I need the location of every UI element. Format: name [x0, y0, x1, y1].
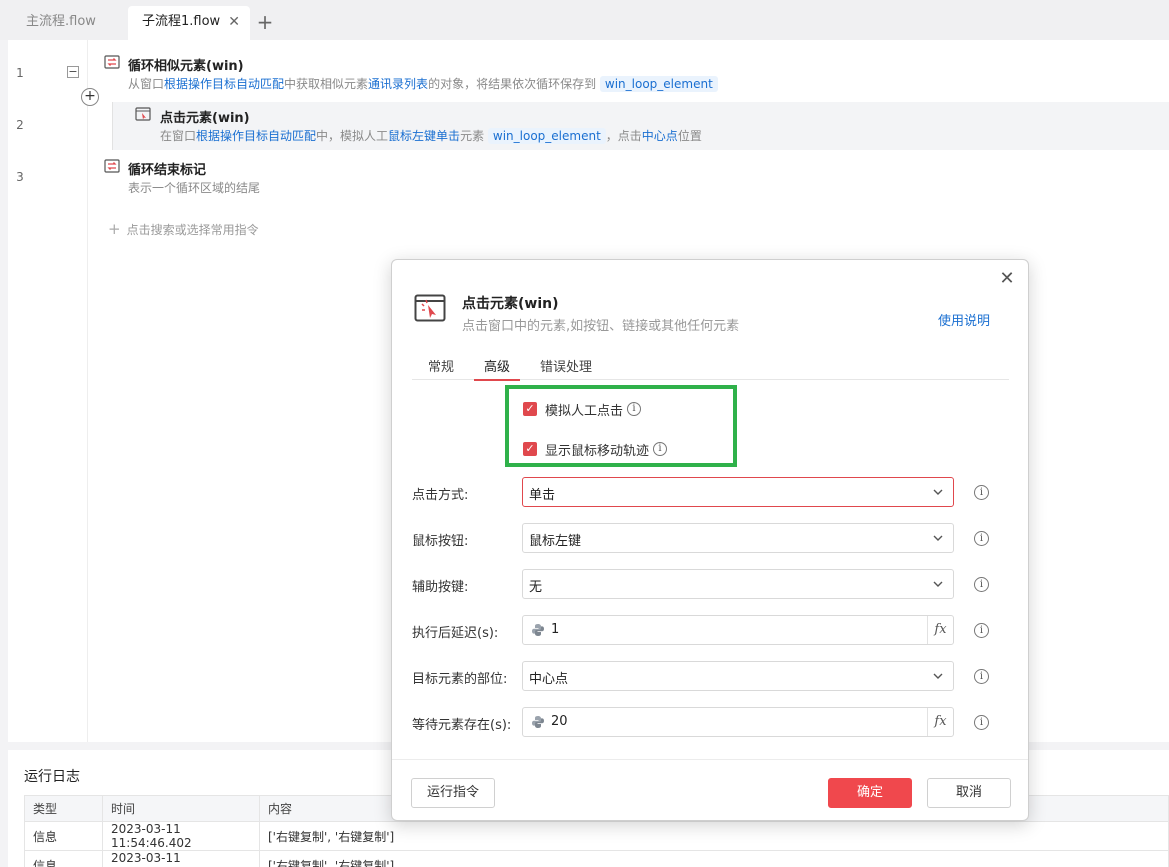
- info-icon[interactable]: i: [974, 715, 989, 730]
- tab-label: 子流程1.flow: [142, 14, 221, 29]
- tab-subflow-1[interactable]: 子流程1.flow ✕: [128, 6, 250, 40]
- dialog-subtitle: 点击窗口中的元素,如按钮、链接或其他任何元素: [462, 319, 740, 334]
- loop-end-icon: [104, 159, 120, 173]
- line-gutter: 1 2 3 −: [8, 40, 88, 742]
- info-icon[interactable]: i: [974, 623, 989, 638]
- input-value: 1: [551, 622, 560, 637]
- variable-chip: win_loop_element: [599, 76, 718, 92]
- log-cell-time: 2023-03-11 11:54:46.402: [102, 821, 260, 851]
- log-title: 运行日志: [24, 769, 80, 785]
- log-cell-time: 2023-03-11 11:54:48.260: [102, 850, 260, 867]
- select-value: 鼠标左键: [529, 534, 582, 549]
- field-label: 鼠标按钮:: [412, 534, 469, 549]
- cancel-button[interactable]: 取消: [927, 778, 1011, 808]
- info-icon[interactable]: i: [974, 485, 989, 500]
- tab-main-flow[interactable]: 主流程.flow: [26, 6, 96, 40]
- field-label: 目标元素的部位:: [412, 672, 508, 687]
- click-element-dialog: ✕ 点击元素(win) 点击窗口中的元素,如按钮、链接或其他任何元素 使用说明 …: [391, 259, 1029, 821]
- step-click-element[interactable]: 点击元素(win) 在窗口根据操作目标自动匹配中，模拟人工鼠标左键单击元素 wi…: [135, 107, 1035, 147]
- log-cell-type: 信息: [24, 850, 103, 867]
- python-icon: [532, 716, 544, 728]
- line-number: 3: [16, 170, 24, 184]
- variable-chip: win_loop_element: [487, 128, 606, 144]
- modifier-key-select[interactable]: 无: [522, 569, 954, 599]
- add-command-hint[interactable]: + 点击搜索或选择常用指令: [108, 220, 259, 238]
- chevron-down-icon: [933, 535, 943, 541]
- checkbox-label: 模拟人工点击: [545, 404, 624, 419]
- tab-bar: 主流程.flow 子流程1.flow ✕ +: [0, 0, 1169, 40]
- info-icon[interactable]: i: [974, 531, 989, 546]
- info-icon[interactable]: i: [974, 577, 989, 592]
- chevron-down-icon: [933, 489, 943, 495]
- chevron-down-icon: [933, 673, 943, 679]
- select-value: 单击: [529, 488, 556, 503]
- field-label: 执行后延迟(s):: [412, 626, 499, 641]
- loop-icon: [104, 55, 120, 69]
- collapse-toggle-icon[interactable]: −: [67, 66, 79, 78]
- log-header-type: 类型: [24, 795, 103, 822]
- plus-icon: +: [108, 220, 121, 238]
- info-icon[interactable]: i: [627, 402, 641, 416]
- python-icon: [532, 624, 544, 636]
- log-cell-type: 信息: [24, 821, 103, 851]
- dialog-footer-divider: [392, 759, 1028, 760]
- tab-error-handling[interactable]: 错误处理: [540, 356, 592, 380]
- chevron-down-icon: [933, 581, 943, 587]
- click-element-icon: [414, 294, 446, 322]
- expression-fx-icon[interactable]: fx: [927, 708, 953, 736]
- mouse-button-select[interactable]: 鼠标左键: [522, 523, 954, 553]
- add-tab-icon[interactable]: +: [256, 8, 274, 36]
- checkbox-checked-icon[interactable]: ✓: [523, 442, 537, 456]
- log-cell-content: ['右键复制', '右键复制']: [259, 850, 1169, 867]
- step-loop-similar[interactable]: 循环相似元素(win) 从窗口根据操作目标自动匹配中获取相似元素通讯录列表的对象…: [104, 55, 1004, 95]
- input-value: 20: [551, 714, 568, 729]
- click-element-icon: [135, 107, 151, 121]
- click-type-select[interactable]: 单击: [522, 477, 954, 507]
- expression-fx-icon[interactable]: fx: [927, 616, 953, 644]
- log-cell-content: ['右键复制', '右键复制']: [259, 821, 1169, 851]
- field-label: 辅助按键:: [412, 580, 469, 595]
- step-title: 点击元素(win): [160, 111, 250, 126]
- select-value: 无: [529, 580, 543, 595]
- wait-element-input[interactable]: 20 fx: [522, 707, 954, 737]
- post-delay-input[interactable]: 1 fx: [522, 615, 954, 645]
- select-value: 中心点: [529, 672, 569, 687]
- step-description: 在窗口根据操作目标自动匹配中，模拟人工鼠标左键单击元素 win_loop_ele…: [160, 128, 702, 144]
- target-position-select[interactable]: 中心点: [522, 661, 954, 691]
- line-number: 2: [16, 118, 24, 132]
- confirm-button[interactable]: 确定: [828, 778, 912, 808]
- dialog-title: 点击元素(win): [462, 296, 559, 312]
- step-loop-end[interactable]: 循环结束标记 表示一个循环区域的结尾: [104, 159, 1004, 199]
- info-icon[interactable]: i: [653, 442, 667, 456]
- table-row[interactable]: 信息 2023-03-11 11:54:46.402 ['右键复制', '右键复…: [24, 821, 1169, 851]
- dialog-tabs: 常规 高级 错误处理: [412, 352, 1009, 381]
- insert-step-icon[interactable]: +: [81, 88, 99, 106]
- field-label: 等待元素存在(s):: [412, 718, 512, 733]
- checkbox-checked-icon[interactable]: ✓: [523, 402, 537, 416]
- log-header-time: 时间: [102, 795, 260, 822]
- close-icon[interactable]: ✕: [998, 270, 1016, 288]
- info-icon[interactable]: i: [974, 669, 989, 684]
- table-row[interactable]: 信息 2023-03-11 11:54:48.260 ['右键复制', '右键复…: [24, 850, 1169, 867]
- field-label: 点击方式:: [412, 488, 469, 503]
- help-link[interactable]: 使用说明: [938, 310, 990, 329]
- close-tab-icon[interactable]: ✕: [228, 6, 240, 38]
- run-command-button[interactable]: 运行指令: [411, 778, 495, 808]
- step-title: 循环结束标记: [128, 163, 207, 178]
- step-title: 循环相似元素(win): [128, 59, 244, 74]
- step-description: 表示一个循环区域的结尾: [128, 181, 261, 195]
- line-number: 1: [16, 66, 24, 80]
- tab-advanced[interactable]: 高级: [473, 356, 521, 381]
- tab-general[interactable]: 常规: [428, 356, 454, 380]
- checkbox-label: 显示鼠标移动轨迹: [545, 444, 650, 459]
- step-description: 从窗口根据操作目标自动匹配中获取相似元素通讯录列表的对象，将结果依次循环保存到 …: [128, 75, 718, 92]
